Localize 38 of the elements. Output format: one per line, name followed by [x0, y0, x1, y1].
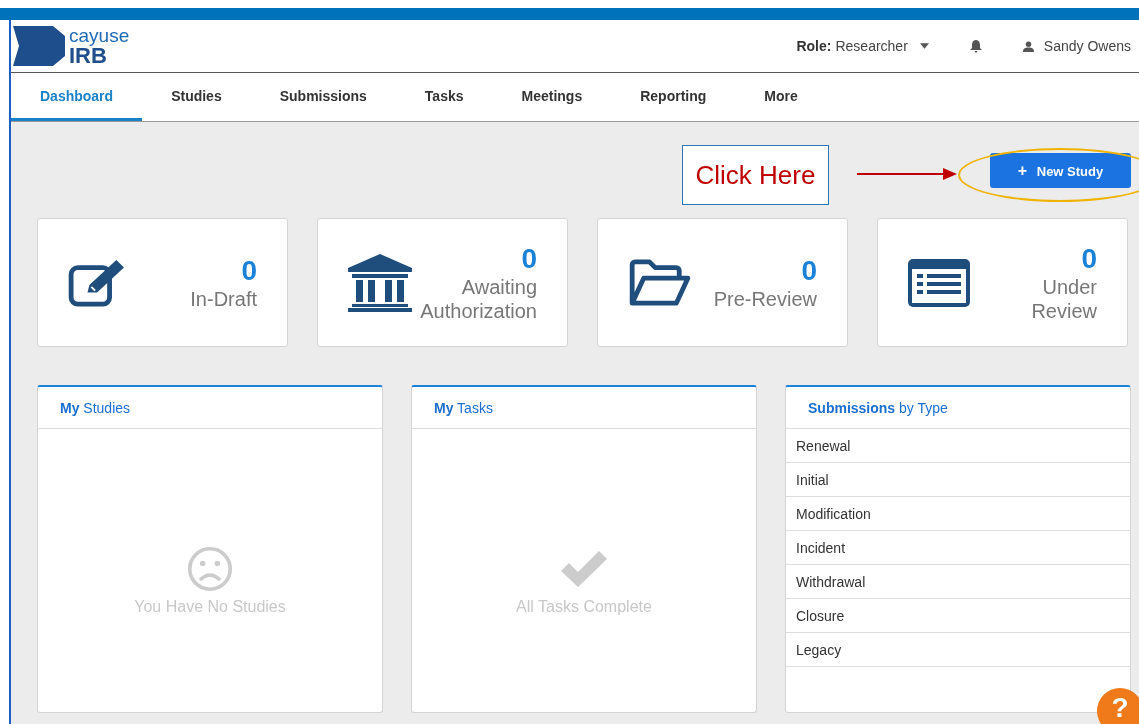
list-item[interactable]: Modification: [786, 497, 1130, 531]
panel-title: My Tasks: [412, 387, 756, 429]
panel-title: My Studies: [38, 387, 382, 429]
callout-box: Click Here: [682, 145, 829, 205]
role-dropdown[interactable]: Role: Researcher: [796, 38, 929, 54]
list-item[interactable]: Initial: [786, 463, 1130, 497]
stat-label: Pre-Review: [713, 286, 817, 311]
nav-tab[interactable]: Studies: [142, 73, 251, 121]
folder-icon: [628, 258, 692, 307]
logo-text: cayuse: [69, 25, 130, 45]
caret-icon: [919, 43, 929, 49]
bank-building-icon: [348, 253, 412, 312]
stat-count: 0: [801, 254, 817, 287]
sad-face-icon: [185, 545, 235, 592]
stat-count: 0: [521, 242, 537, 275]
list-item[interactable]: Incident: [786, 531, 1130, 565]
stat-label: In-Draft: [190, 286, 257, 311]
logo-icon: [13, 26, 65, 66]
list-icon: [908, 258, 970, 307]
list-item[interactable]: Closure: [786, 599, 1130, 633]
panel-title: Submissions by Type: [786, 387, 1130, 429]
nav-tab[interactable]: Tasks: [395, 73, 493, 121]
new-study-button[interactable]: + New Study: [990, 153, 1131, 188]
nav-tab[interactable]: Submissions: [250, 73, 396, 121]
stat-count: 0: [1081, 242, 1097, 275]
stat-label: Under Review: [1030, 274, 1097, 323]
list-item[interactable]: Legacy: [786, 633, 1130, 667]
stat-count: 0: [241, 254, 257, 287]
nav-tab[interactable]: Meetings: [492, 73, 612, 121]
list-item[interactable]: Renewal: [786, 429, 1130, 463]
user-icon: [1022, 40, 1034, 52]
bell-icon[interactable]: [968, 39, 983, 53]
arrow-icon: [857, 167, 957, 181]
nav-tab[interactable]: More: [735, 73, 827, 121]
stat-label: Awaiting Authorization: [420, 274, 537, 323]
nav-tab[interactable]: Reporting: [611, 73, 736, 121]
list-item[interactable]: Withdrawal: [786, 565, 1130, 599]
user-menu[interactable]: Sandy Owens: [1022, 38, 1131, 54]
